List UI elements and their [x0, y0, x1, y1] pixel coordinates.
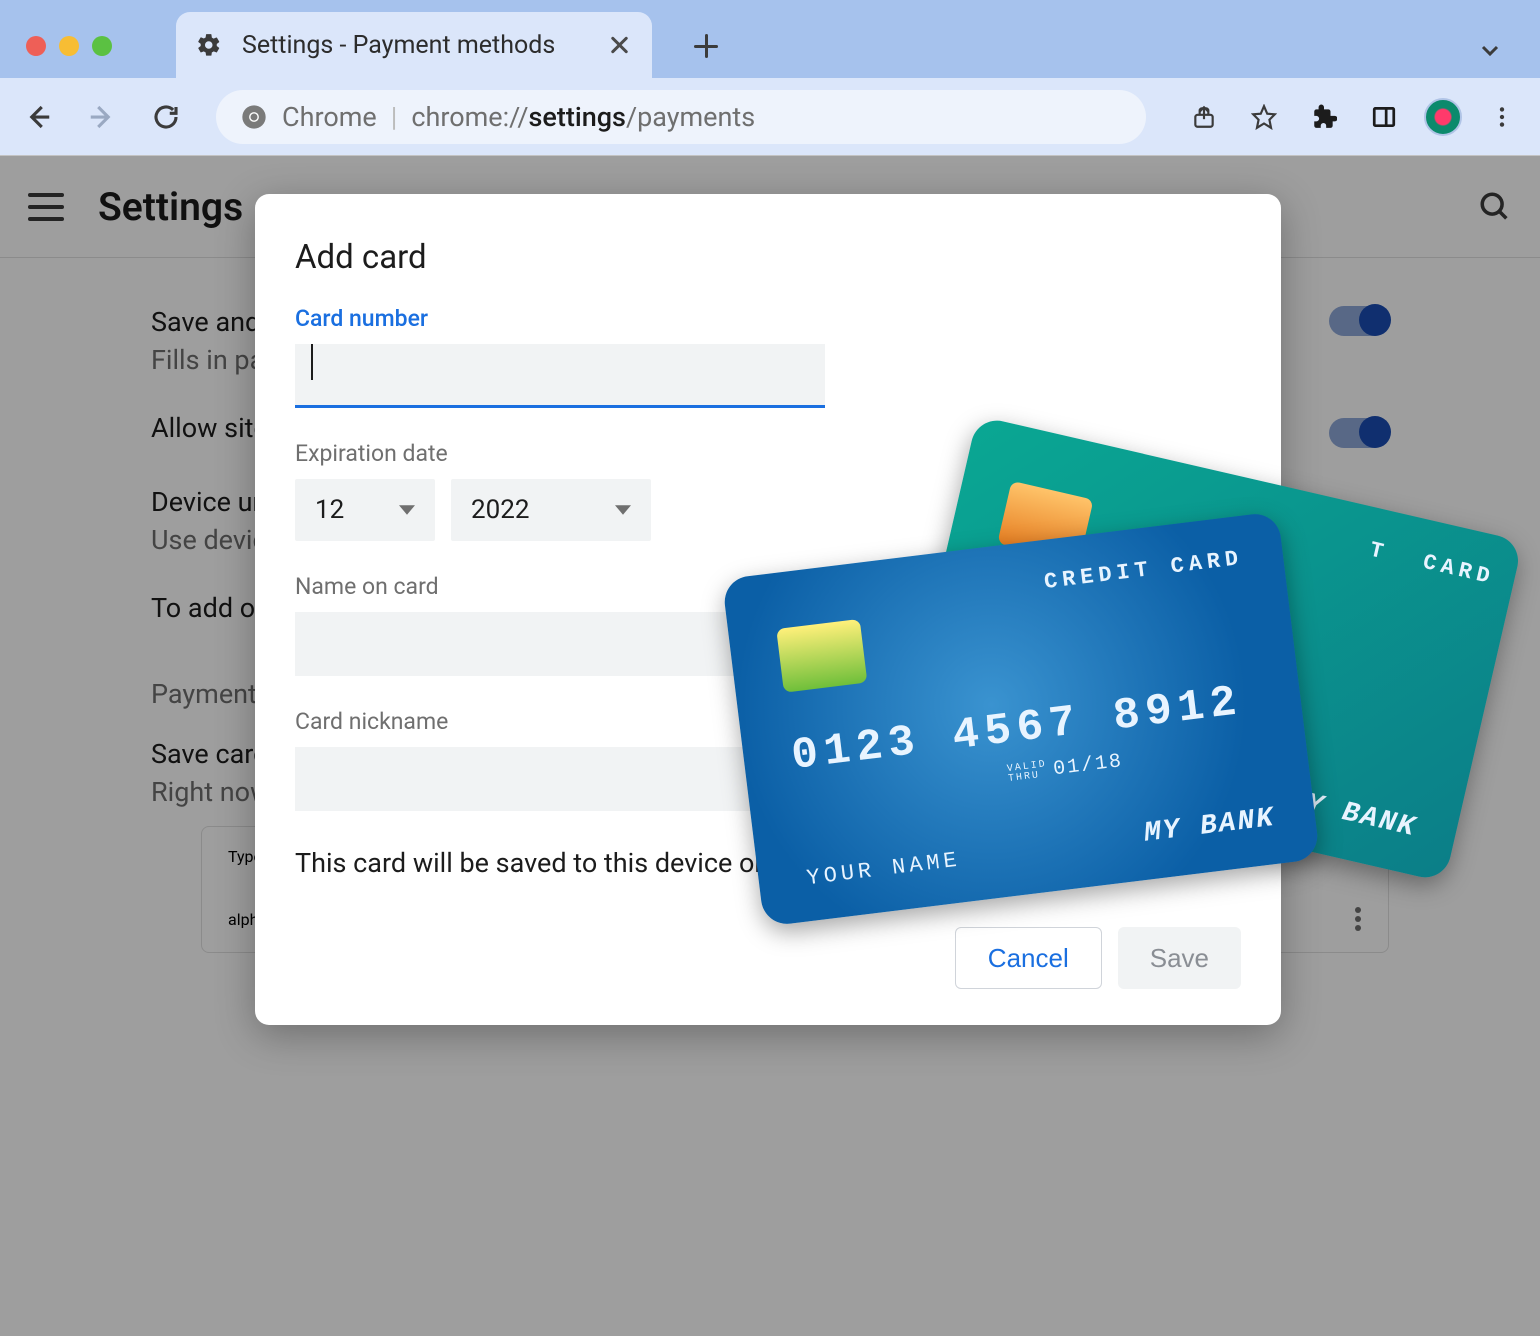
traffic-lights [26, 36, 112, 56]
forward-button[interactable] [82, 97, 122, 137]
expiration-year-select[interactable]: 2022 [451, 479, 651, 541]
sidepanel-icon[interactable] [1364, 97, 1404, 137]
new-tab-button[interactable] [688, 28, 724, 64]
address-bar: Chrome | chrome://settings/payments [0, 78, 1540, 156]
window-minimize-icon[interactable] [59, 36, 79, 56]
expiration-row: 12 2022 [295, 479, 1241, 541]
modal-overlay[interactable]: Add card Card number Expiration date 12 … [0, 156, 1540, 1336]
expiration-label: Expiration date [295, 440, 1241, 467]
kebab-menu-icon[interactable] [1482, 97, 1522, 137]
browser-tab[interactable]: Settings - Payment methods [176, 12, 652, 78]
card-nickname-input[interactable] [295, 747, 825, 811]
reload-button[interactable] [146, 97, 186, 137]
dialog-title: Add card [295, 238, 1241, 277]
dialog-info-text: This card will be saved to this device o… [295, 847, 1241, 879]
extensions-icon[interactable] [1304, 97, 1344, 137]
window-zoom-icon[interactable] [92, 36, 112, 56]
add-card-dialog: Add card Card number Expiration date 12 … [255, 194, 1281, 1025]
name-on-card-label: Name on card [295, 573, 1241, 600]
save-button[interactable]: Save [1118, 927, 1241, 989]
name-on-card-input[interactable] [295, 612, 825, 676]
card-nickname-label: Card nickname [295, 708, 1241, 735]
expiration-month-select[interactable]: 12 [295, 479, 435, 541]
cancel-button[interactable]: Cancel [955, 927, 1102, 989]
share-icon[interactable] [1184, 97, 1224, 137]
window-title-bar: Settings - Payment methods [0, 0, 1540, 78]
tab-title: Settings - Payment methods [242, 31, 606, 60]
bookmark-star-icon[interactable] [1244, 97, 1284, 137]
gear-icon [196, 32, 222, 58]
card-number-label: Card number [295, 305, 1241, 332]
back-button[interactable] [18, 97, 58, 137]
profile-avatar[interactable] [1424, 98, 1462, 136]
chrome-icon [240, 103, 268, 131]
address-text: Chrome | chrome://settings/payments [282, 101, 755, 133]
window-close-icon[interactable] [26, 36, 46, 56]
card-number-input[interactable] [295, 344, 825, 408]
tabs-dropdown-icon[interactable] [1478, 38, 1502, 62]
address-input[interactable]: Chrome | chrome://settings/payments [216, 90, 1146, 144]
close-tab-icon[interactable] [606, 32, 632, 58]
